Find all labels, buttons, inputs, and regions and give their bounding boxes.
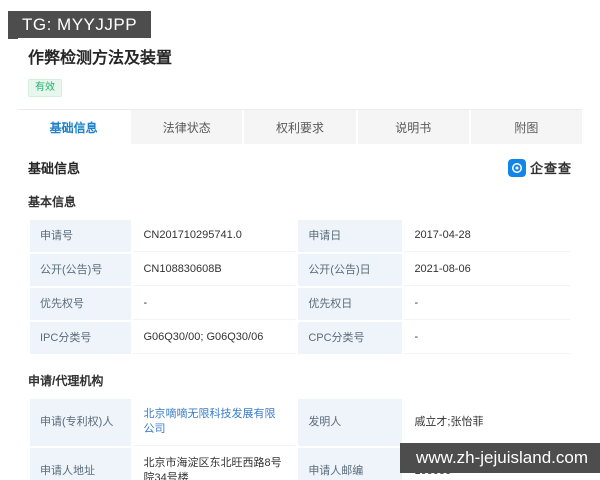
table-row: 优先权号 - 优先权日 - [30, 288, 570, 320]
table-row: 公开(公告)号 CN108830608B 公开(公告)日 2021-08-06 [30, 254, 570, 286]
status-badge: 有效 [28, 79, 62, 97]
field-label: 公开(公告)号 [30, 254, 132, 286]
section-title: 基础信息 [28, 161, 81, 176]
field-label: 申请人邮编 [298, 448, 403, 480]
field-label: 优先权日 [298, 288, 403, 320]
tab-bar: 基础信息 法律状态 权利要求 说明书 附图 [18, 109, 582, 144]
section-header: 基础信息 企查查 [28, 158, 572, 177]
field-value: 2021-08-06 [404, 254, 570, 286]
field-value: 北京市海淀区东北旺西路8号院34号楼 [133, 448, 297, 480]
applicant-link[interactable]: 北京嘀嘀无限科技发展有限公司 [133, 399, 297, 446]
basic-info-heading: 基本信息 [28, 195, 77, 209]
qichacha-logo-icon [507, 158, 526, 177]
field-value: CN201710295741.0 [133, 220, 297, 252]
field-value: G06Q30/00; G06Q30/06 [133, 322, 297, 354]
basic-info-table: 申请号 CN201710295741.0 申请日 2017-04-28 公开(公… [28, 218, 572, 356]
brand-logo[interactable]: 企查查 [507, 158, 572, 177]
patent-detail-page: TG: MYYJJPP 作弊检测方法及装置 有效 基础信息 法律状态 权利要求 … [0, 0, 600, 480]
patent-card: 作弊检测方法及装置 有效 基础信息 法律状态 权利要求 说明书 附图 基础信息 [18, 38, 582, 480]
table-row: IPC分类号 G06Q30/00; G06Q30/06 CPC分类号 - [30, 322, 570, 354]
tab-content: 基础信息 企查查 基本信息 申请号 CN201710295741.0 申请日 2… [18, 144, 582, 480]
tab-legal-status[interactable]: 法律状态 [131, 110, 245, 144]
table-row: 申请(专利权)人 北京嘀嘀无限科技发展有限公司 发明人 戚立才;张怡菲 [30, 399, 570, 446]
field-value: 戚立才;张怡菲 [404, 399, 570, 446]
tab-claims[interactable]: 权利要求 [244, 110, 358, 144]
agency-info-heading: 申请/代理机构 [28, 374, 104, 388]
tab-drawings[interactable]: 附图 [471, 110, 582, 144]
tab-basic-info[interactable]: 基础信息 [18, 110, 132, 144]
field-label: 发明人 [298, 399, 403, 446]
field-label: 申请(专利权)人 [30, 399, 132, 446]
field-value: - [404, 288, 570, 320]
brand-name: 企查查 [529, 161, 572, 176]
table-row: 申请号 CN201710295741.0 申请日 2017-04-28 [30, 220, 570, 252]
card-header: 作弊检测方法及装置 有效 [18, 38, 582, 97]
field-label: 申请号 [30, 220, 132, 252]
watermark-bottom-bar: www.zh-jejuisland.com [400, 443, 600, 473]
field-label: 公开(公告)日 [298, 254, 403, 286]
field-label: 申请日 [298, 220, 403, 252]
field-value: - [404, 322, 570, 354]
field-label: 申请人地址 [30, 448, 132, 480]
page-title: 作弊检测方法及装置 [28, 50, 173, 67]
field-value: CN108830608B [133, 254, 297, 286]
field-value: - [133, 288, 297, 320]
field-label: CPC分类号 [298, 322, 403, 354]
watermark-top-text: TG: MYYJJPP [22, 15, 138, 34]
watermark-top-bar: TG: MYYJJPP [8, 11, 152, 39]
field-label: IPC分类号 [30, 322, 132, 354]
watermark-bottom-text: www.zh-jejuisland.com [416, 448, 588, 467]
field-label: 优先权号 [30, 288, 132, 320]
field-value: 2017-04-28 [404, 220, 570, 252]
tab-description[interactable]: 说明书 [358, 110, 471, 144]
